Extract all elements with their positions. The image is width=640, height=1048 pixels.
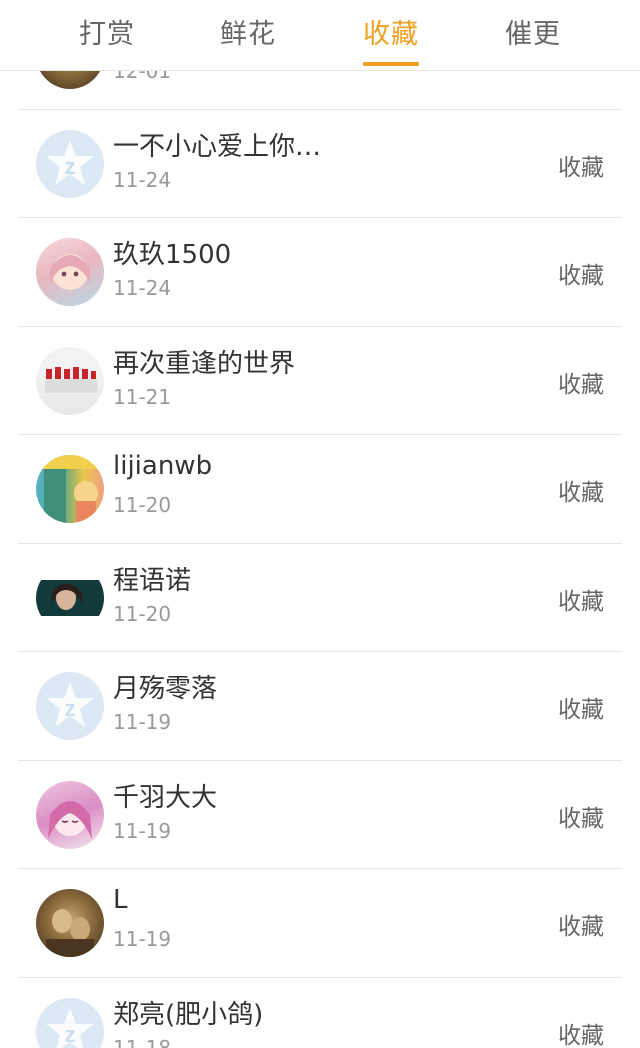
tab-flowers-label: 鲜花 [220,19,276,50]
svg-text:z: z [65,1022,76,1047]
favorites-list[interactable]: 12-01 z 一不小心爱上你… 11-24 收藏 玖玖1500 11-24 收… [0,70,640,1048]
list-item-date: 11-24 [113,276,172,300]
list-item-action: 收藏 [558,1022,604,1048]
default-avatar-icon: z [46,682,94,727]
active-tab-indicator [363,62,419,66]
list-item[interactable]: 玖玖1500 11-24 收藏 [0,218,640,327]
avatar[interactable]: z [36,129,104,198]
list-item-date: 11-19 [113,818,172,843]
photo-icon [36,579,104,616]
tab-favorites[interactable]: 收藏 [331,0,451,70]
tab-reward[interactable]: 打赏 [47,0,167,70]
list-item-name: 月殇零落 [113,674,218,704]
avatar[interactable] [36,780,104,849]
list-item-date: 11-20 [113,601,172,626]
anime-pink-icon [48,800,92,839]
avatar[interactable] [36,70,104,89]
list-item-date: 11-20 [113,493,172,517]
list-item[interactable]: lijianwb 11-20 收藏 [0,435,640,544]
list-item-name: 再次重逢的世界 [113,348,296,379]
tab-bar: 打赏 鲜花 收藏 催更 [0,0,640,71]
list-item-date: 12-01 [113,70,172,83]
tab-reward-label: 打赏 [79,19,135,50]
list-item-date: 11-21 [113,384,172,409]
list-item-name: 程语诺 [113,565,192,596]
list-item[interactable]: z 月殇零落 11-19 收藏 [0,652,640,761]
list-item-name: lijianwb [113,451,213,481]
avatar[interactable]: z [36,997,104,1048]
list-item-action: 收藏 [558,697,604,723]
sepia-photo-icon [46,909,94,957]
list-item-date: 11-24 [113,167,172,192]
default-avatar-icon: z [46,1007,94,1048]
list-item[interactable]: z 一不小心爱上你… 11-24 收藏 [0,110,640,218]
list-item-action: 收藏 [558,480,604,506]
avatar[interactable] [36,889,104,957]
anime-girl-icon [50,254,90,290]
avatar[interactable] [36,455,104,523]
tab-urge-update[interactable]: 催更 [473,0,593,70]
list-item[interactable]: L 11-19 收藏 [0,869,640,978]
list-item[interactable]: 再次重逢的世界 11-21 收藏 [0,327,640,435]
list-item-action: 收藏 [558,154,604,181]
avatar[interactable] [36,563,104,632]
list-item[interactable]: 12-01 [0,70,640,110]
avatar[interactable] [36,238,104,306]
avatar[interactable]: z [36,672,104,740]
list-item-action: 收藏 [558,588,604,615]
cartoon-icon [36,455,104,523]
list-item-name: 一不小心爱上你… [113,131,322,162]
avatar[interactable] [36,346,104,415]
tab-urge-update-label: 催更 [505,19,561,50]
list-item[interactable]: z 郑亮(肥小鸽) 11-18 收藏 [0,978,640,1048]
dancers-icon [45,366,97,393]
list-item-date: 11-19 [113,710,172,734]
list-item-action: 收藏 [558,371,604,398]
list-item-date: 11-18 [113,1035,172,1048]
svg-text:z: z [65,154,76,179]
list-item-action: 收藏 [558,914,604,940]
list-item-action: 收藏 [558,263,604,289]
list-item-name: 玖玖1500 [113,240,232,270]
list-item-date: 11-19 [113,927,172,951]
list-item-name: 郑亮(肥小鸽) [113,999,264,1030]
svg-text:z: z [65,696,76,721]
list-item-action: 收藏 [558,805,604,832]
list-item-name: 千羽大大 [113,782,218,813]
list-item[interactable]: 千羽大大 11-19 收藏 [0,761,640,869]
list-item[interactable]: 程语诺 11-20 收藏 [0,544,640,652]
list-item-name: L [113,885,128,915]
default-avatar-icon: z [46,139,94,185]
tab-favorites-label: 收藏 [363,19,419,50]
tab-flowers[interactable]: 鲜花 [188,0,308,70]
